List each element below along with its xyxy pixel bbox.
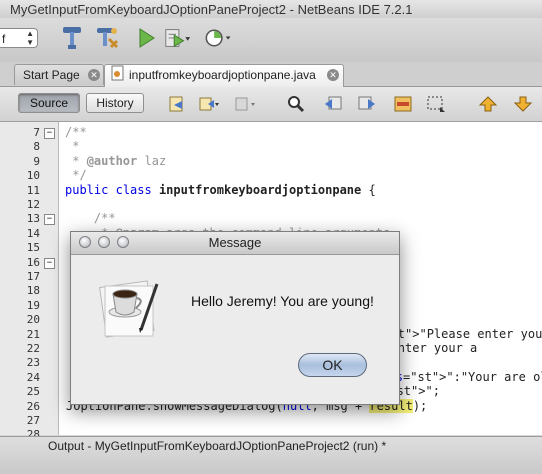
combo-arrows-icon: ▲ ▼: [26, 29, 34, 47]
line-number: 13: [26, 212, 40, 226]
ok-button[interactable]: OK: [298, 353, 367, 377]
code-line[interactable]: */: [65, 168, 86, 182]
message-dialog: Message Hello Jeremy! You are young! OK: [70, 231, 400, 405]
java-coffee-cup-icon: [99, 270, 161, 340]
line-number: 20: [26, 313, 40, 327]
previous-bookmark-icon[interactable]: [477, 93, 499, 115]
line-number: 7: [33, 126, 40, 139]
output-label: Output - MyGetInputFromKeyboardJOptionPa…: [48, 439, 387, 453]
line-number: 24: [26, 370, 40, 384]
line-number: 18: [26, 284, 40, 298]
back-icon[interactable]: [198, 93, 220, 115]
dialog-titlebar[interactable]: Message: [71, 232, 399, 255]
close-icon[interactable]: ✕: [327, 69, 339, 81]
window-titlebar: MyGetInputFromKeyboardJOptionPaneProject…: [0, 0, 542, 18]
main-toolbar: f ▲ ▼: [0, 18, 542, 63]
dialog-message: Hello Jeremy! You are young!: [191, 293, 374, 309]
profile-icon[interactable]: [204, 24, 232, 52]
line-number: 15: [26, 241, 40, 255]
editor-toolbar: Source History: [0, 87, 542, 122]
line-number: 22: [26, 342, 40, 355]
line-number: 27: [26, 414, 40, 427]
line-number: 25: [26, 385, 40, 399]
configuration-value: f: [2, 32, 6, 46]
toggle-rectangular-selection-icon[interactable]: [425, 93, 447, 115]
dialog-title: Message: [208, 235, 262, 250]
line-number: 14: [26, 226, 40, 240]
forward-icon[interactable]: [234, 93, 256, 115]
close-icon[interactable]: ✕: [88, 69, 100, 81]
run-icon[interactable]: [132, 24, 160, 52]
clean-build-icon[interactable]: [58, 24, 86, 52]
window-title: MyGetInputFromKeyboardJOptionPaneProject…: [10, 2, 413, 17]
tab-label: Start Page: [23, 68, 80, 82]
tab-source-file[interactable]: inputfromkeyboardjoptionpane.java ✕: [104, 64, 344, 87]
code-line[interactable]: * @author laz: [65, 154, 166, 168]
next-bookmark-icon[interactable]: [512, 93, 534, 115]
code-line[interactable]: /**: [65, 125, 87, 139]
fold-toggle-icon[interactable]: −: [44, 257, 55, 269]
line-number: 12: [26, 198, 40, 211]
source-button[interactable]: Source: [18, 93, 80, 113]
output-window-bar[interactable]: Output - MyGetInputFromKeyboardJOptionPa…: [0, 436, 542, 474]
toggle-highlight-icon[interactable]: [392, 93, 414, 115]
java-file-icon: [111, 65, 125, 87]
find-icon[interactable]: [285, 93, 307, 115]
code-line[interactable]: *: [65, 139, 79, 153]
fold-toggle-icon[interactable]: −: [44, 214, 55, 226]
tab-label: inputfromkeyboardjoptionpane.java: [129, 68, 316, 82]
line-number: 23: [26, 356, 40, 370]
line-number: 17: [26, 270, 40, 283]
line-number: 19: [26, 298, 40, 312]
configuration-combo[interactable]: f ▲ ▼: [0, 28, 38, 48]
line-number: 21: [26, 327, 40, 341]
tab-start-page[interactable]: Start Page ✕: [14, 64, 104, 85]
line-number: 16: [26, 255, 40, 269]
fold-toggle-icon[interactable]: −: [44, 128, 55, 139]
line-number: 11: [26, 183, 40, 197]
line-number: 9: [33, 154, 40, 168]
code-line[interactable]: /**: [65, 211, 116, 225]
find-previous-icon[interactable]: [322, 93, 344, 115]
last-edit-icon[interactable]: [166, 93, 188, 115]
editor-tabs: Start Page ✕ inputfromkeyboardjoptionpan…: [0, 62, 542, 87]
clean-and-build-icon[interactable]: [93, 24, 121, 52]
line-number: 10: [26, 169, 40, 183]
find-next-icon[interactable]: [356, 93, 378, 115]
debug-icon[interactable]: [163, 24, 191, 52]
line-number-gutter: 7−8 9 10 11 12 13−14 15 16−17 18 19 20 21 22 23 24 25 26…: [0, 122, 59, 441]
code-line[interactable]: public class inputfromkeyboardjoptionpan…: [65, 183, 376, 197]
line-number: 8: [33, 140, 40, 154]
history-button[interactable]: History: [86, 93, 144, 113]
line-number: 26: [26, 399, 40, 413]
